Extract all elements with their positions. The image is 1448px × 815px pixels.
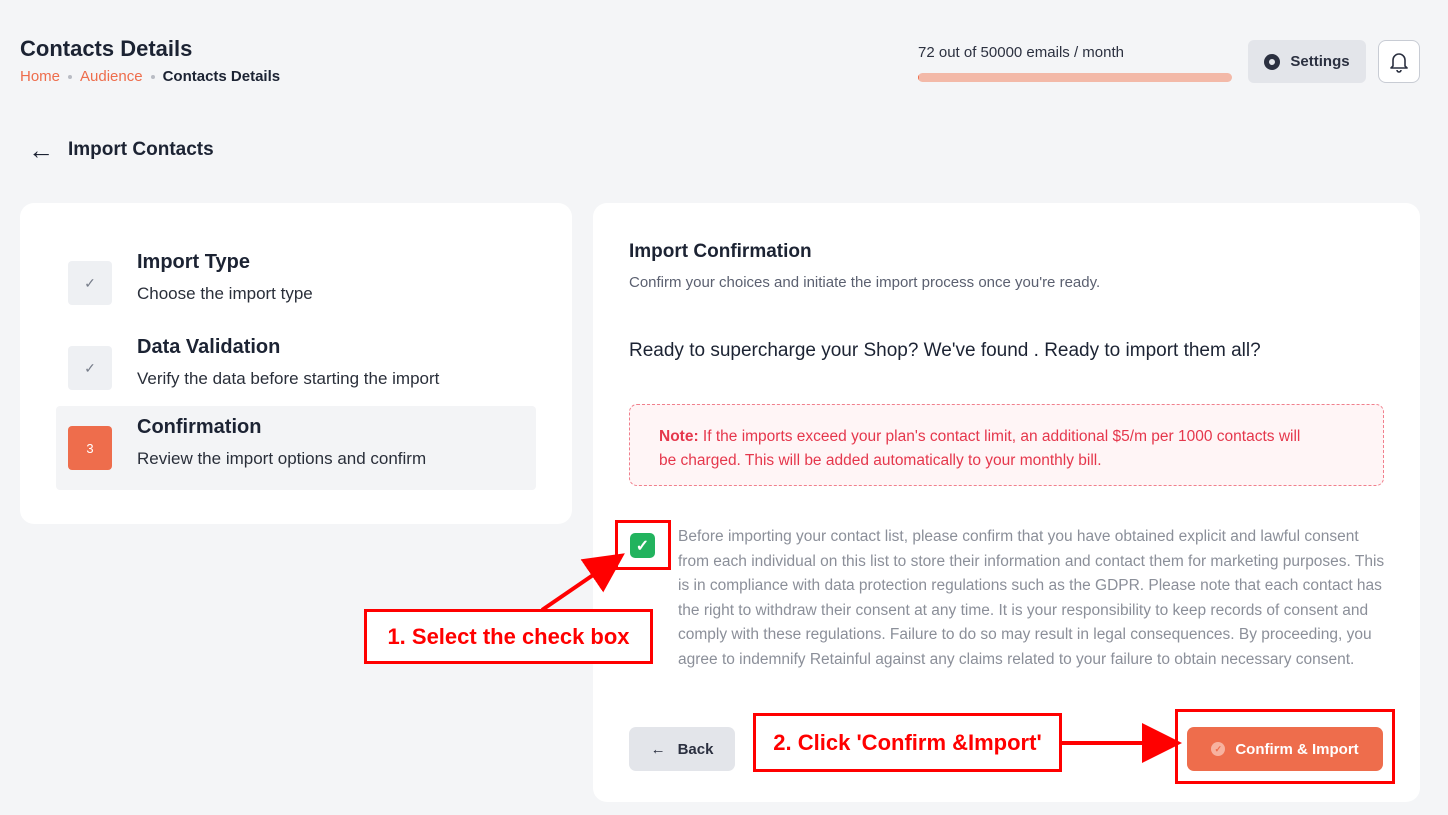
annotation-step-1: 1. Select the check box	[364, 609, 653, 664]
step-check-icon: ✓	[68, 346, 112, 390]
step-title: Import Type	[137, 251, 250, 273]
confirmation-question: Ready to supercharge your Shop? We've fo…	[629, 340, 1261, 361]
step-confirmation[interactable]: 3 Confirmation Review the import options…	[56, 406, 536, 490]
gear-icon	[1264, 53, 1281, 70]
annotation-step-2: 2. Click 'Confirm &Import'	[753, 713, 1062, 772]
note-box: Note: If the imports exceed your plan's …	[629, 404, 1384, 486]
usage-text: 72 out of 50000 emails / month	[918, 44, 1124, 61]
step-description: Choose the import type	[137, 284, 313, 303]
breadcrumb-home[interactable]: Home	[20, 68, 60, 85]
checkbox-highlight	[615, 520, 671, 570]
steps-card: ✓ Import Type Choose the import type ✓ D…	[20, 203, 572, 524]
arrow-left-icon: ←	[650, 740, 666, 758]
breadcrumb-separator	[150, 74, 155, 79]
breadcrumb-audience[interactable]: Audience	[80, 68, 143, 85]
confirm-button-highlight	[1175, 709, 1395, 784]
step-data-validation[interactable]: ✓ Data Validation Verify the data before…	[56, 326, 536, 410]
import-title: Import Contacts	[68, 139, 214, 160]
note-text: Note: If the imports exceed your plan's …	[659, 425, 1309, 473]
note-label: Note:	[659, 428, 699, 445]
step-import-type[interactable]: ✓ Import Type Choose the import type	[56, 241, 536, 325]
notifications-button[interactable]	[1378, 40, 1420, 83]
page-header: Contacts Details Home Audience Contacts …	[0, 0, 1448, 110]
email-usage: 72 out of 50000 emails / month	[918, 44, 1232, 82]
back-button[interactable]: ← Back	[629, 727, 735, 771]
step-check-icon: ✓	[68, 261, 112, 305]
back-label: Back	[677, 740, 714, 758]
back-arrow-icon[interactable]: ←	[28, 137, 54, 163]
bell-icon	[1390, 52, 1408, 73]
confirmation-subtitle: Confirm your choices and initiate the im…	[629, 274, 1101, 291]
breadcrumb-current: Contacts Details	[162, 68, 281, 85]
settings-label: Settings	[1290, 53, 1350, 70]
note-body: If the imports exceed your plan's contac…	[659, 428, 1301, 469]
step-title: Data Validation	[137, 336, 281, 358]
breadcrumb: Home Audience Contacts Details	[20, 68, 280, 85]
page-title: Contacts Details	[20, 36, 193, 61]
step-number: 3	[68, 426, 112, 470]
step-description: Review the import options and confirm	[137, 449, 427, 468]
consent-text: Before importing your contact list, plea…	[678, 528, 1385, 668]
settings-button[interactable]: Settings	[1248, 40, 1366, 83]
usage-progress-bar	[918, 73, 1232, 82]
step-description: Verify the data before starting the impo…	[137, 369, 440, 388]
step-title: Confirmation	[137, 416, 262, 438]
confirmation-title: Import Confirmation	[629, 241, 812, 262]
import-header: ← Import Contacts	[28, 137, 214, 163]
breadcrumb-separator	[68, 74, 73, 79]
